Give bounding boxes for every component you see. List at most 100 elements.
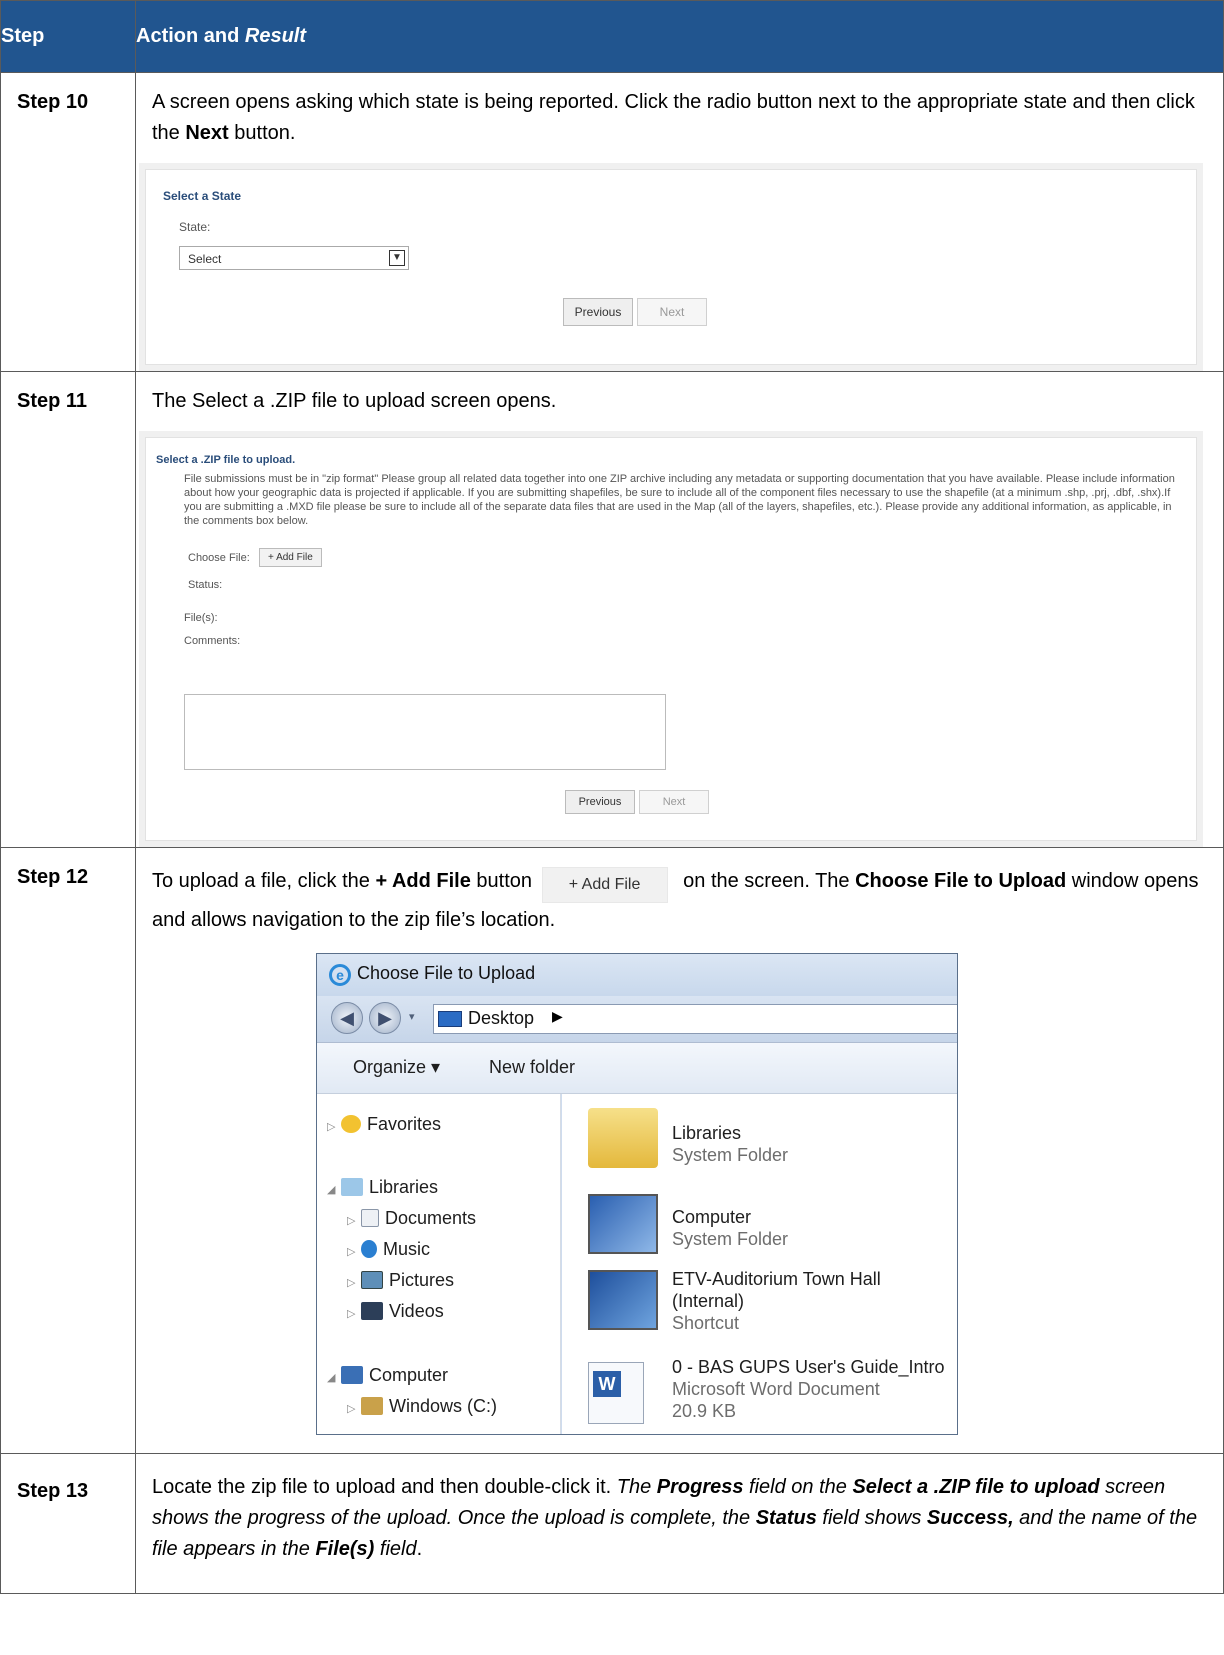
action-text: Locate the zip file to upload and then d…	[136, 1454, 1223, 1565]
action-text-bold: Status	[755, 1507, 817, 1529]
desktop-icon	[438, 1011, 462, 1027]
header-action: Action and Result	[135, 0, 1224, 73]
expand-icon: ▷	[347, 1308, 356, 1320]
panel-title: Select a State	[163, 189, 242, 203]
choose-file-label: Choose File:	[188, 552, 250, 564]
expand-icon: ▷	[347, 1277, 356, 1289]
steps-table: Step Action and Result Step 10 A screen …	[0, 0, 1224, 1594]
file-item-text: ETV-Auditorium Town Hall (Internal) Shortc…	[672, 1269, 881, 1333]
tree-item-pictures[interactable]: ▷ Pictures	[347, 1270, 454, 1291]
navigation-bar: ◀ ▶ ▾ Desktop ▶	[317, 996, 957, 1042]
action-text-bold: File(s)	[315, 1538, 375, 1560]
action-cell: The Select a .ZIP file to upload screen …	[135, 371, 1224, 848]
libraries-icon	[341, 1178, 363, 1196]
tree-item-computer[interactable]: ◢ Computer	[327, 1365, 448, 1386]
action-text: The Select a .ZIP file to upload screen …	[136, 372, 1223, 417]
action-text-part: on the screen. The	[677, 870, 856, 892]
previous-button[interactable]: Previous	[563, 298, 633, 326]
table-row: Step 13 Locate the zip file to upload an…	[0, 1453, 1224, 1594]
step-cell: Step 12	[0, 847, 136, 1454]
star-icon	[341, 1115, 361, 1133]
action-text: To upload a file, click the + Add File b…	[136, 848, 1223, 937]
header-action-text: Action and	[136, 25, 245, 47]
address-text: Desktop	[468, 1008, 535, 1028]
action-text-part: Locate the zip file to upload and then d…	[152, 1476, 617, 1498]
tree-item-videos[interactable]: ▷ Videos	[347, 1301, 444, 1322]
select-state-screenshot: Select a State State: Select ▼ Previous …	[139, 163, 1203, 371]
tree-item-documents[interactable]: ▷ Documents	[347, 1208, 476, 1229]
step-cell: Step 11	[0, 371, 136, 848]
action-text-bold: + Add File	[375, 870, 471, 892]
back-arrow-icon[interactable]: ◀	[331, 1002, 363, 1034]
music-icon	[361, 1240, 377, 1258]
table-row: Step 12 To upload a file, click the + Ad…	[0, 847, 1224, 1454]
tree-item-windows-c[interactable]: ▷ Windows (C:)	[347, 1396, 497, 1417]
action-text-bold: Next	[185, 122, 229, 144]
status-label: Status:	[188, 579, 223, 591]
expand-icon: ▷	[347, 1403, 356, 1415]
next-button[interactable]: Next	[639, 790, 709, 814]
state-select-value: Select	[188, 252, 222, 266]
tree-item-favorites[interactable]: ▷ Favorites	[327, 1114, 441, 1135]
table-header-row: Step Action and Result	[0, 0, 1224, 73]
computer-icon	[588, 1194, 658, 1254]
step-label: Step 12	[17, 866, 89, 888]
tree-item-label: Favorites	[367, 1114, 442, 1134]
tree-item-label: Libraries	[369, 1177, 439, 1197]
header-step: Step	[0, 0, 136, 73]
select-state-panel: Select a State State: Select ▼ Previous …	[145, 169, 1197, 365]
step-label: Step 11	[17, 390, 88, 412]
new-folder-button[interactable]: New folder	[489, 1057, 575, 1078]
action-cell: To upload a file, click the + Add File b…	[135, 847, 1224, 1454]
recent-dropdown-icon[interactable]: ▾	[409, 1010, 415, 1023]
documents-icon	[361, 1209, 379, 1227]
action-text: A screen opens asking which state is bei…	[136, 73, 1223, 149]
action-text-bold: Choose File to Upload	[855, 870, 1067, 892]
dialog-titlebar: e Choose File to Upload	[317, 954, 957, 996]
action-cell: Locate the zip file to upload and then d…	[135, 1453, 1224, 1594]
action-text-part: The Select a .ZIP file to upload screen …	[152, 390, 557, 412]
action-text-part: To upload a file, click the	[152, 870, 376, 892]
table-row: Step 11 The Select a .ZIP file to upload…	[0, 371, 1224, 848]
files-label: File(s):	[184, 612, 218, 624]
organize-button[interactable]: Organize ▾	[353, 1057, 440, 1078]
step-cell: Step 13	[0, 1453, 136, 1594]
instructions-paragraph: File submissions must be in "zip format"…	[184, 473, 1175, 527]
state-select[interactable]: Select ▼	[179, 246, 409, 270]
add-file-button[interactable]: + Add File	[259, 548, 322, 567]
comments-textarea[interactable]	[184, 694, 666, 770]
address-bar[interactable]: Desktop ▶	[433, 1004, 957, 1034]
videos-icon	[361, 1302, 383, 1320]
comments-label: Comments:	[184, 635, 241, 647]
libraries-folder-icon	[588, 1108, 658, 1168]
expand-icon: ▷	[347, 1246, 356, 1258]
action-text-part: field shows	[816, 1507, 927, 1529]
state-label: State:	[179, 220, 211, 234]
tree-item-label: Computer	[369, 1365, 449, 1385]
dialog-title: Choose File to Upload	[357, 963, 536, 983]
file-item-text: Computer System Folder	[672, 1207, 789, 1249]
tree-item-label: Documents	[385, 1208, 477, 1228]
step-cell: Step 10	[0, 72, 136, 372]
table-row: Step 10 A screen opens asking which stat…	[0, 72, 1224, 372]
add-file-button-image: + Add File	[541, 867, 668, 903]
choose-file-dialog: e Choose File to Upload ◀ ▶ ▾ Desktop ▶	[316, 953, 958, 1435]
computer-icon	[341, 1366, 363, 1384]
action-text-part: .	[416, 1538, 423, 1560]
navigation-pane: ▷ Favorites ◢ Libraries ▷ Documents ▷ Music …	[317, 1094, 561, 1434]
forward-arrow-icon[interactable]: ▶	[369, 1002, 401, 1034]
dialog-toolbar: Organize ▾ New folder	[317, 1042, 957, 1094]
action-text-bold: Progress	[656, 1476, 744, 1498]
tree-item-label: Music	[383, 1239, 431, 1259]
shortcut-icon	[588, 1270, 658, 1330]
upload-zip-panel: Select a .ZIP file to upload. File submi…	[145, 437, 1197, 841]
tree-item-label: Pictures	[389, 1270, 455, 1290]
action-text-part: button.	[228, 122, 296, 144]
next-button[interactable]: Next	[637, 298, 707, 326]
tree-item-music[interactable]: ▷ Music	[347, 1239, 430, 1260]
previous-button[interactable]: Previous	[565, 790, 635, 814]
breadcrumb-arrow-icon[interactable]: ▶	[552, 1008, 563, 1025]
step-label: Step 10	[17, 91, 89, 113]
tree-item-libraries[interactable]: ◢ Libraries	[327, 1177, 438, 1198]
action-cell: A screen opens asking which state is bei…	[135, 72, 1224, 372]
